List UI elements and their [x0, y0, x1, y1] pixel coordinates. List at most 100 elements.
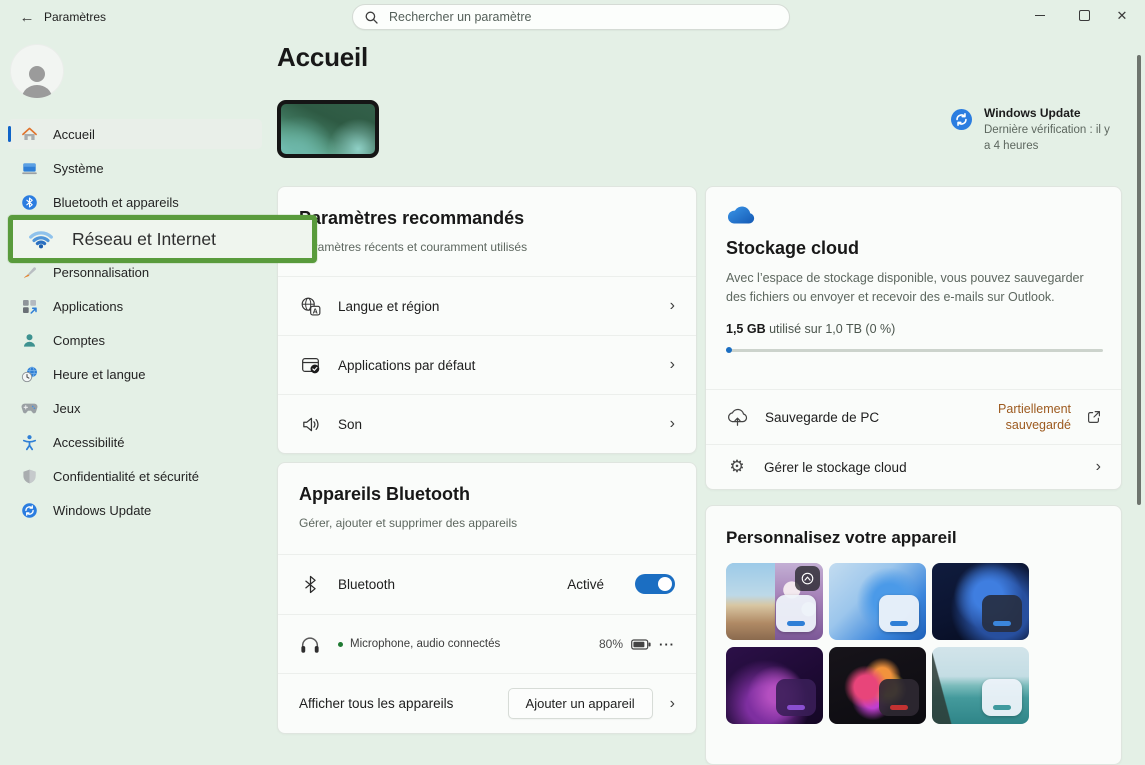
gear-icon: ⚙ [726, 457, 748, 477]
chevron-right-icon: › [1096, 459, 1101, 475]
row-manage-cloud-storage[interactable]: ⚙ Gérer le stockage cloud › [706, 444, 1121, 489]
sidebar-item-label: Heure et langue [53, 367, 146, 382]
cloud-storage-card: Stockage cloud Avec l’espace de stockage… [705, 186, 1122, 490]
network-icon [28, 229, 54, 249]
bluetooth-icon [21, 194, 38, 211]
row-pc-backup[interactable]: Sauvegarde de PC Partiellement sauvegard… [706, 389, 1121, 444]
bluetooth-devices-card: Appareils Bluetooth Gérer, ajouter et su… [277, 462, 697, 734]
sidebar-item-label: Personnalisation [53, 265, 149, 280]
sidebar-item-privacy[interactable]: Confidentialité et sécurité [8, 461, 262, 491]
minimize-button[interactable] [1018, 0, 1062, 31]
windows-update-status[interactable]: Windows Update Dernière vérification : i… [951, 106, 1137, 154]
accounts-icon [21, 332, 38, 349]
more-options-icon[interactable]: ··· [659, 637, 675, 652]
windows-update-status-icon [951, 109, 972, 130]
sidebar-item-label: Windows Update [53, 503, 151, 518]
sidebar-item-bluetooth[interactable]: Bluetooth et appareils [8, 187, 262, 217]
row-bluetooth-toggle: Bluetooth Activé [278, 554, 696, 614]
personalization-icon [21, 264, 38, 281]
sidebar-item-accounts[interactable]: Comptes [8, 325, 262, 355]
personalize-title: Personnalisez votre appareil [706, 506, 1121, 548]
pc-backup-label: Sauvegarde de PC [765, 410, 961, 425]
chevron-right-icon: › [670, 416, 675, 432]
connected-dot [338, 642, 343, 647]
row-show-all-devices[interactable]: Afficher tous les appareils Ajouter un a… [278, 673, 696, 733]
close-button[interactable]: ✕ [1100, 0, 1144, 31]
row-label: Son [338, 417, 653, 432]
vertical-scrollbar[interactable] [1137, 55, 1141, 505]
theme-thumbnail-bloom-light[interactable] [829, 563, 926, 640]
svg-text:A: A [312, 307, 317, 315]
cloud-description: Avec l’espace de stockage disponible, vo… [726, 269, 1102, 307]
row-label: Applications par défaut [338, 358, 653, 373]
privacy-icon [21, 468, 38, 485]
bluetooth-toggle[interactable] [635, 574, 675, 594]
chevron-right-icon: › [670, 696, 675, 712]
sidebar-item-network[interactable]: Réseau et Internet [72, 229, 216, 250]
chevron-right-icon: › [670, 298, 675, 314]
apps-icon [21, 298, 38, 315]
page-title: Accueil [277, 42, 368, 73]
device-status-text: Microphone, audio connectés [350, 638, 500, 650]
bluetooth-label: Bluetooth [338, 577, 550, 592]
avatar[interactable] [10, 44, 64, 98]
sidebar-item-label: Applications [53, 299, 123, 314]
manage-cloud-label: Gérer le stockage cloud [764, 460, 1080, 475]
sidebar-item-label: Accessibilité [53, 435, 125, 450]
search-input[interactable] [387, 9, 777, 25]
sidebar-item-apps[interactable]: Applications [8, 291, 262, 321]
home-icon [21, 126, 38, 143]
sidebar-item-label: Accueil [53, 127, 95, 142]
battery-percentage: 80% [599, 637, 623, 651]
show-all-devices-label: Afficher tous les appareils [299, 696, 491, 711]
windows-update-icon [21, 502, 38, 519]
bluetooth-card-subtitle: Gérer, ajouter et supprimer des appareil… [299, 516, 675, 530]
bluetooth-state-label: Activé [567, 577, 604, 592]
add-device-button[interactable]: Ajouter un appareil [508, 688, 653, 719]
sidebar-item-home[interactable]: Accueil [8, 119, 262, 149]
update-status-detail: Dernière vérification : il y a 4 heures [984, 123, 1116, 154]
recommended-subtitle: Paramètres récents et couramment utilisé… [299, 240, 675, 254]
sound-icon [299, 414, 321, 435]
theme-thumbnail-pier[interactable] [932, 647, 1029, 724]
theme-thumbnail-abstract-flower[interactable] [829, 647, 926, 724]
system-icon [21, 160, 38, 177]
language-icon: A [299, 296, 321, 317]
recommended-settings-card: Paramètres recommandés Paramètres récent… [277, 186, 697, 454]
search-icon [365, 11, 378, 24]
sidebar-item-label: Jeux [53, 401, 80, 416]
spotlight-badge-icon [795, 566, 820, 591]
sidebar-item-label: Bluetooth et appareils [53, 195, 179, 210]
chevron-right-icon: › [670, 357, 675, 373]
headphones-icon [299, 634, 321, 655]
sidebar-item-label: Confidentialité et sécurité [53, 469, 199, 484]
row-sound[interactable]: Son › [278, 394, 696, 453]
theme-thumbnail-purple-glow[interactable] [726, 647, 823, 724]
sidebar-item-time-language[interactable]: Heure et langue [8, 359, 262, 389]
update-status-title: Windows Update [984, 106, 1116, 120]
default-apps-icon [299, 355, 321, 376]
storage-progress-bar [726, 349, 1103, 352]
sidebar-item-windows-update[interactable]: Windows Update [8, 495, 262, 525]
annotation-highlight-box: Réseau et Internet [8, 215, 317, 263]
app-title: Paramètres [44, 10, 106, 24]
search-box[interactable] [352, 4, 790, 30]
onedrive-cloud-icon [726, 205, 1101, 225]
theme-thumbnail-grid [726, 563, 1101, 724]
time-language-icon [21, 366, 38, 383]
row-headphones-device[interactable]: Microphone, audio connectés 80% ··· [278, 614, 696, 674]
row-language-region[interactable]: A Langue et région › [278, 276, 696, 335]
row-label: Langue et région [338, 299, 653, 314]
bluetooth-rune-icon [299, 575, 321, 594]
personalize-card: Personnalisez votre appareil [705, 505, 1122, 765]
theme-thumbnail-spotlight[interactable] [726, 563, 823, 640]
row-default-apps[interactable]: Applications par défaut › [278, 335, 696, 394]
theme-thumbnail-bloom-dark[interactable] [932, 563, 1029, 640]
backup-status-text: Partiellement sauvegardé [977, 401, 1071, 434]
storage-usage: 1,5 GB utilisé sur 1,0 TB (0 %) [726, 322, 1101, 336]
sidebar-item-system[interactable]: Système [8, 153, 262, 183]
sidebar-item-gaming[interactable]: Jeux [8, 393, 262, 423]
battery-icon [631, 639, 651, 650]
back-button[interactable]: ← [14, 5, 40, 29]
sidebar-item-accessibility[interactable]: Accessibilité [8, 427, 262, 457]
